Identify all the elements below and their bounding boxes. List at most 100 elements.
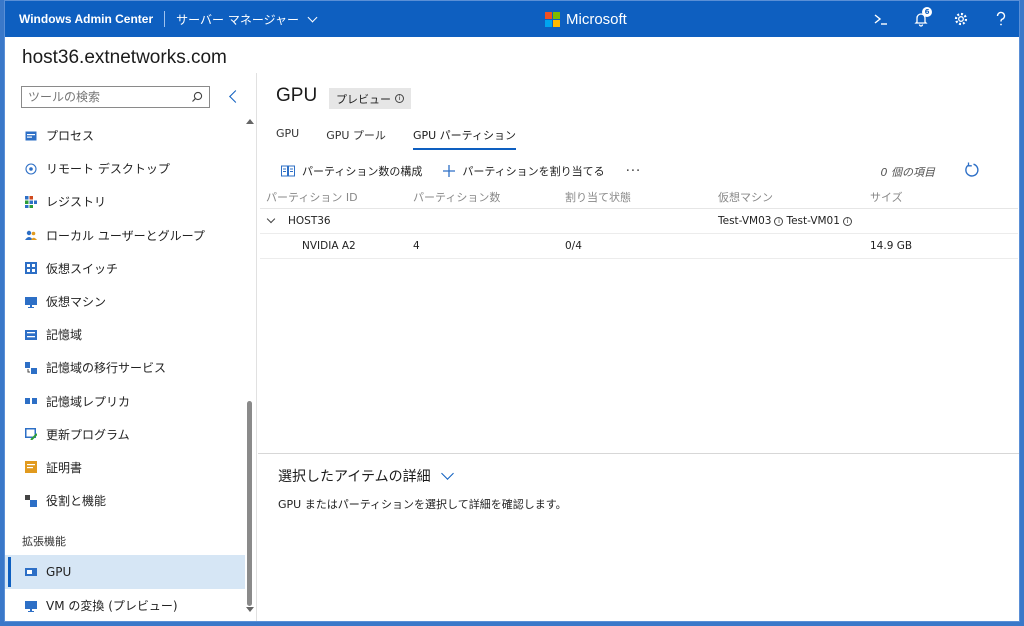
sidebar-item-virtual-switch[interactable]: 仮想スイッチ — [5, 252, 245, 285]
host-title: host36.extnetworks.com — [22, 47, 227, 68]
cell-partition-count: 4 — [413, 240, 420, 252]
assign-partition-label: パーティションを割り当てる — [462, 165, 605, 178]
gpu-name: NVIDIA A2 — [302, 240, 356, 252]
notifications-button[interactable]: 6 — [911, 7, 932, 29]
tool-nav: プロセス リモート デスクトップ レジストリ ローカル ユーザーとグループ 仮想… — [5, 119, 245, 621]
app-title[interactable]: Windows Admin Center — [5, 12, 153, 26]
app-window: Windows Admin Center サーバー マネージャー Microso… — [4, 0, 1020, 622]
scroll-down-icon[interactable] — [246, 607, 254, 612]
microsoft-label: Microsoft — [566, 11, 627, 28]
sidebar-item-label: VM の変換 (プレビュー) — [46, 599, 178, 614]
configure-partitions-button[interactable]: パーティション数の構成 — [281, 163, 422, 179]
sidebar-item-vm-convert[interactable]: VM の変換 (プレビュー) — [5, 589, 245, 621]
sidebar-item-roles[interactable]: 役割と機能 — [5, 484, 245, 517]
column-partition-id[interactable]: パーティション ID — [260, 189, 413, 205]
help-icon — [996, 11, 1006, 26]
preview-badge[interactable]: プレビュー i — [329, 88, 411, 109]
sidebar-item-gpu[interactable]: GPU — [5, 555, 245, 590]
remote-desktop-icon — [25, 163, 37, 175]
details-title: 選択したアイテムの詳細 — [278, 468, 431, 484]
chevron-down-icon — [307, 12, 318, 22]
help-button[interactable] — [991, 9, 1011, 29]
powershell-button[interactable] — [871, 9, 891, 29]
virtual-machine-icon — [25, 296, 37, 308]
sidebar-item-label: 証明書 — [46, 460, 83, 475]
column-partition-count[interactable]: パーティション数 — [413, 189, 565, 205]
server-manager-label: サーバー マネージャー — [176, 12, 299, 27]
microsoft-brand: Microsoft — [545, 11, 627, 28]
configure-partitions-label: パーティション数の構成 — [302, 165, 423, 178]
table-row[interactable]: HOST36 Test-VM03 i Test-VM01 i — [260, 209, 1018, 234]
sidebar-item-label: 仮想マシン — [46, 295, 107, 310]
configure-icon — [281, 165, 295, 177]
microsoft-logo-icon — [545, 12, 560, 27]
sidebar-item-label: GPU — [46, 565, 72, 580]
sidebar-item-label: 仮想スイッチ — [46, 261, 119, 276]
plus-icon — [443, 165, 456, 177]
gear-icon — [954, 12, 968, 26]
sidebar-item-remote-desktop[interactable]: リモート デスクトップ — [5, 152, 245, 185]
info-icon[interactable]: i — [842, 216, 852, 226]
column-size[interactable]: サイズ — [870, 189, 1018, 205]
scroll-up-icon[interactable] — [246, 119, 254, 124]
sidebar-item-label: リモート デスクトップ — [46, 162, 170, 177]
details-toggle[interactable]: 選択したアイテムの詳細 — [278, 466, 454, 486]
notification-badge: 6 — [922, 7, 932, 17]
sidebar-item-registry[interactable]: レジストリ — [5, 185, 245, 218]
sidebar-item-storage[interactable]: 記憶域 — [5, 318, 245, 351]
partition-table: パーティション ID パーティション数 割り当て状態 仮想マシン サイズ HOS… — [260, 185, 1018, 259]
search-icon — [192, 91, 203, 102]
roles-icon — [25, 494, 37, 507]
sidebar-item-label: ローカル ユーザーとグループ — [46, 228, 205, 243]
storage-replica-icon — [25, 395, 37, 407]
details-panel: 選択したアイテムの詳細 GPU またはパーティションを選択して詳細を確認します。 — [258, 453, 1019, 511]
sidebar-scrollbar[interactable] — [245, 117, 255, 615]
sidebar-item-label: プロセス — [46, 129, 95, 144]
item-count: 0 個の項目 — [880, 166, 936, 179]
sidebar-item-process[interactable]: プロセス — [5, 119, 245, 152]
sidebar-item-label: レジストリ — [46, 195, 107, 210]
info-icon[interactable]: i — [774, 216, 784, 226]
sidebar-item-label: 更新プログラム — [46, 427, 130, 442]
table-header: パーティション ID パーティション数 割り当て状態 仮想マシン サイズ — [260, 185, 1018, 209]
cell-size: 14.9 GB — [870, 240, 913, 252]
sidebar-item-virtual-machine[interactable]: 仮想マシン — [5, 285, 245, 318]
collapse-sidebar-button[interactable] — [227, 89, 241, 105]
assign-partition-button[interactable]: パーティションを割り当てる — [443, 163, 605, 179]
more-actions-button[interactable]: ··· — [626, 164, 641, 179]
tab-gpu-pool[interactable]: GPU プール — [326, 127, 386, 150]
sidebar-item-label: 記憶域 — [46, 328, 83, 343]
sidebar-item-label: 記憶域の移行サービス — [46, 361, 167, 376]
toolbar: パーティション数の構成 パーティションを割り当てる ··· 0 個の項目 — [281, 161, 1011, 181]
storage-migration-icon — [25, 361, 37, 374]
title-separator — [164, 11, 166, 27]
page-title: GPU — [276, 85, 318, 106]
search-input[interactable] — [28, 90, 191, 104]
virtual-switch-icon — [25, 262, 37, 275]
vm-name: Test-VM03 — [718, 215, 772, 227]
settings-button[interactable] — [951, 9, 971, 29]
table-row[interactable]: NVIDIA A2 4 0/4 14.9 GB — [260, 234, 1018, 259]
tab-gpu[interactable]: GPU — [276, 127, 299, 150]
refresh-icon[interactable] — [963, 161, 981, 179]
chevron-down-icon[interactable] — [266, 214, 276, 224]
sidebar-item-local-users[interactable]: ローカル ユーザーとグループ — [5, 219, 245, 252]
sidebar-item-updates[interactable]: 更新プログラム — [5, 418, 245, 451]
sidebar-item-storage-migration[interactable]: 記憶域の移行サービス — [5, 351, 245, 384]
tab-bar: GPU GPU プール GPU パーティション — [276, 127, 516, 150]
sidebar-item-certificate[interactable]: 証明書 — [5, 451, 245, 484]
chevron-down-icon — [440, 467, 454, 480]
sidebar-item-storage-replica[interactable]: 記憶域レプリカ — [5, 385, 245, 418]
tab-gpu-partition[interactable]: GPU パーティション — [412, 127, 516, 150]
main-panel: GPU プレビュー i GPU GPU プール GPU パーティション パーティ… — [258, 73, 1019, 621]
updates-icon — [25, 428, 37, 441]
scroll-thumb[interactable] — [247, 401, 252, 606]
extensions-group-label: 拡張機能 — [22, 535, 66, 549]
tool-search[interactable] — [21, 86, 210, 108]
cell-partition-id: NVIDIA A2 — [260, 240, 413, 252]
column-virtual-machine[interactable]: 仮想マシン — [718, 189, 870, 205]
info-icon: i — [395, 94, 404, 103]
server-manager-menu[interactable]: サーバー マネージャー — [176, 11, 318, 28]
column-assignment-state[interactable]: 割り当て状態 — [565, 189, 718, 205]
sidebar-item-label: 役割と機能 — [46, 494, 107, 509]
